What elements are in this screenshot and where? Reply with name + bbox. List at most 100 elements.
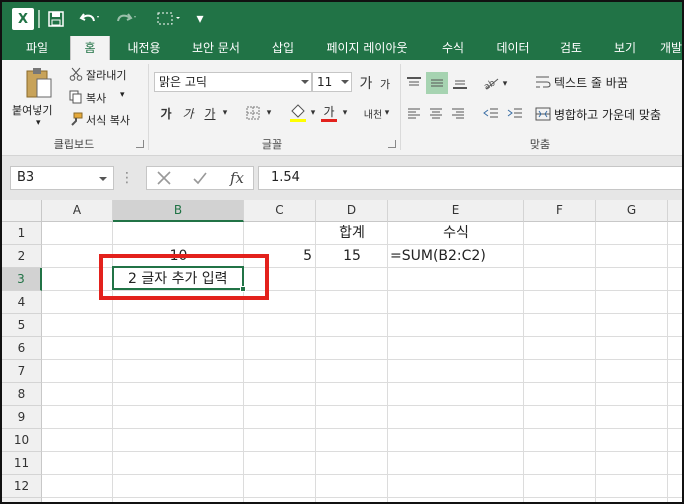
row-header-6[interactable]: 6 bbox=[2, 337, 42, 360]
merge-center-button[interactable]: 병합하고 가운데 맞춤 bbox=[554, 106, 661, 123]
customize-qat-icon[interactable]: ▾ bbox=[192, 8, 208, 30]
row-header-3[interactable]: 3 bbox=[2, 268, 42, 291]
font-color-label: 가 bbox=[323, 104, 335, 119]
borders-icon[interactable] bbox=[244, 104, 262, 122]
fill-color-icon[interactable] bbox=[288, 102, 308, 124]
clipboard-launcher-icon[interactable] bbox=[136, 140, 144, 148]
phonetic-dropdown-icon[interactable]: ▾ bbox=[382, 104, 392, 122]
merge-center-icon[interactable] bbox=[534, 104, 552, 124]
formula-bar: B3 ⋮ fx 1.54 bbox=[2, 156, 682, 200]
underline-dropdown-icon[interactable]: ▾ bbox=[220, 104, 230, 122]
paste-dropdown-icon[interactable]: ▾ bbox=[36, 118, 41, 128]
paste-button[interactable]: 붙여넣기 bbox=[12, 102, 52, 118]
font-name-dropdown[interactable]: 맑은 고딕 bbox=[154, 72, 312, 92]
decrease-indent-icon[interactable] bbox=[480, 104, 502, 122]
row-header-7[interactable]: 7 bbox=[2, 360, 42, 383]
select-objects-icon[interactable] bbox=[152, 8, 186, 30]
chevron-down-icon[interactable] bbox=[99, 177, 107, 181]
formula-input[interactable]: 1.54 bbox=[258, 166, 682, 190]
shrink-font-button[interactable]: 가 bbox=[378, 76, 392, 92]
tab-insert[interactable]: 삽입 bbox=[258, 36, 308, 60]
column-header-f[interactable]: F bbox=[524, 200, 596, 222]
format-painter-button[interactable]: 서식 복사 bbox=[86, 112, 130, 128]
tab-view[interactable]: 보기 bbox=[600, 36, 650, 60]
cell-e1[interactable]: 수식 bbox=[388, 222, 524, 244]
save-icon[interactable] bbox=[46, 8, 66, 30]
group-divider bbox=[400, 64, 401, 150]
cell-e2[interactable]: =SUM(B2:C2) bbox=[390, 245, 526, 267]
column-header-d[interactable]: D bbox=[316, 200, 388, 222]
undo-icon[interactable] bbox=[74, 8, 104, 30]
wrap-text-button[interactable]: 텍스트 줄 바꿈 bbox=[554, 74, 628, 91]
cut-button[interactable]: 잘라내기 bbox=[86, 67, 126, 83]
resize-handle-icon[interactable]: ⋮ bbox=[120, 170, 134, 186]
italic-button[interactable]: 가 bbox=[180, 104, 196, 122]
orientation-icon[interactable]: ab bbox=[480, 72, 502, 94]
font-size-dropdown[interactable]: 11 bbox=[312, 72, 352, 92]
column-header-g[interactable]: G bbox=[596, 200, 668, 222]
redo-icon[interactable] bbox=[112, 8, 142, 30]
insert-function-button[interactable]: fx bbox=[225, 169, 249, 187]
row-header-4[interactable]: 4 bbox=[2, 291, 42, 314]
tab-home[interactable]: 홈 bbox=[70, 36, 110, 61]
increase-indent-icon[interactable] bbox=[504, 104, 526, 122]
underline-button[interactable]: 가 bbox=[202, 104, 218, 122]
borders-dropdown-icon[interactable]: ▾ bbox=[264, 104, 274, 122]
wrap-text-icon[interactable] bbox=[534, 72, 552, 92]
bold-button[interactable]: 가 bbox=[158, 104, 174, 122]
row-header-12[interactable]: 12 bbox=[2, 475, 42, 498]
align-top-icon[interactable] bbox=[404, 72, 424, 94]
column-header-partial[interactable] bbox=[668, 200, 682, 222]
worksheet-grid: A B C D E F G 1 2 3 4 5 6 7 8 9 10 11 12… bbox=[2, 200, 682, 502]
tab-page-layout[interactable]: 페이지 레이아웃 bbox=[312, 36, 422, 60]
tab-formulas[interactable]: 수식 bbox=[426, 36, 480, 60]
copy-dropdown-icon[interactable]: ▾ bbox=[120, 90, 125, 100]
fill-color-dropdown-icon[interactable]: ▾ bbox=[308, 104, 318, 122]
copy-icon[interactable] bbox=[68, 89, 84, 105]
excel-icon[interactable]: X bbox=[12, 8, 34, 30]
tab-secure-document[interactable]: 보안 문서 bbox=[178, 36, 254, 60]
name-box[interactable]: B3 bbox=[10, 166, 114, 190]
phonetic-guide-button[interactable]: 내천 bbox=[362, 104, 384, 122]
gridline bbox=[42, 336, 682, 337]
align-left-icon[interactable] bbox=[404, 104, 424, 122]
enter-icon[interactable] bbox=[189, 169, 211, 187]
copy-button[interactable]: 복사 bbox=[86, 90, 106, 106]
tab-file[interactable]: 파일 bbox=[8, 36, 66, 60]
align-middle-icon[interactable] bbox=[426, 72, 448, 94]
align-bottom-icon[interactable] bbox=[450, 72, 470, 94]
column-header-b[interactable]: B bbox=[113, 200, 244, 222]
chevron-down-icon bbox=[341, 80, 349, 84]
font-launcher-icon[interactable] bbox=[388, 140, 396, 148]
grow-font-button[interactable]: 가 bbox=[358, 74, 374, 92]
paste-icon[interactable] bbox=[24, 66, 54, 102]
tab-developer[interactable]: 개발 bbox=[654, 36, 682, 60]
cell-d1[interactable]: 합계 bbox=[316, 222, 388, 244]
row-header-5[interactable]: 5 bbox=[2, 314, 42, 337]
tab-review[interactable]: 검토 bbox=[546, 36, 596, 60]
row-header-1[interactable]: 1 bbox=[2, 222, 42, 245]
tab-data[interactable]: 데이터 bbox=[484, 36, 542, 60]
tab-personal[interactable]: 내전용 bbox=[114, 36, 174, 60]
orientation-dropdown-icon[interactable]: ▾ bbox=[500, 76, 510, 92]
align-center-icon[interactable] bbox=[426, 104, 446, 122]
row-header-8[interactable]: 8 bbox=[2, 383, 42, 406]
group-divider bbox=[148, 64, 149, 150]
column-header-e[interactable]: E bbox=[388, 200, 524, 222]
gridline bbox=[42, 405, 682, 406]
cell-d2[interactable]: 15 bbox=[316, 245, 388, 267]
font-color-dropdown-icon[interactable]: ▾ bbox=[340, 104, 350, 122]
align-right-icon[interactable] bbox=[448, 104, 468, 122]
row-header-9[interactable]: 9 bbox=[2, 406, 42, 429]
column-header-c[interactable]: C bbox=[244, 200, 316, 222]
select-all-corner[interactable] bbox=[2, 200, 42, 222]
cancel-icon[interactable] bbox=[153, 169, 175, 187]
row-header-13[interactable]: 13 bbox=[2, 498, 42, 502]
row-header-11[interactable]: 11 bbox=[2, 452, 42, 475]
format-painter-icon[interactable] bbox=[68, 111, 84, 127]
row-header-10[interactable]: 10 bbox=[2, 429, 42, 452]
column-header-a[interactable]: A bbox=[42, 200, 113, 222]
font-color-button[interactable]: 가 bbox=[320, 102, 338, 124]
row-header-2[interactable]: 2 bbox=[2, 245, 42, 268]
cut-icon[interactable] bbox=[68, 66, 84, 82]
